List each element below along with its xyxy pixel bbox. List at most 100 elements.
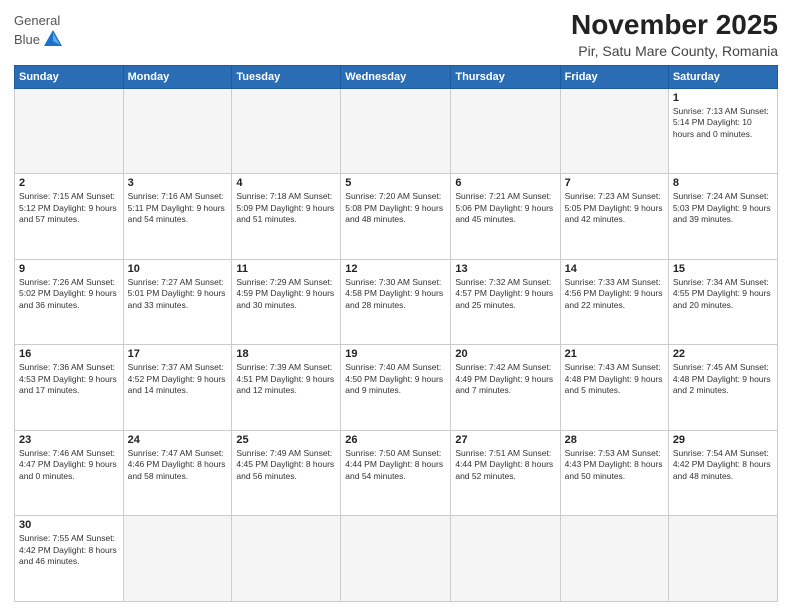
calendar-cell: 18Sunrise: 7:39 AM Sunset: 4:51 PM Dayli…: [232, 345, 341, 431]
day-number: 27: [455, 434, 555, 446]
calendar-cell: [341, 516, 451, 602]
day-info: Sunrise: 7:26 AM Sunset: 5:02 PM Dayligh…: [19, 277, 119, 311]
day-number: 2: [19, 177, 119, 189]
calendar-cell: 20 Sunrise: 7:42 AM Sunset: 4:49 PM Dayli…: [451, 345, 560, 431]
day-number: 17: [128, 348, 228, 360]
day-number: 5: [345, 177, 446, 189]
logo: General Blue: [14, 14, 64, 50]
col-tuesday: Tuesday: [232, 65, 341, 88]
calendar-cell: [560, 516, 668, 602]
day-number: 28: [565, 434, 664, 446]
col-sunday: Sunday: [15, 65, 124, 88]
calendar-cell: 4 Sunrise: 7:18 AM Sunset: 5:09 PM Daylig…: [232, 174, 341, 260]
day-info: Sunrise: 7:50 AM Sunset: 4:44 PM Dayligh…: [345, 448, 446, 482]
day-info: Sunrise: 7:40 AM Sunset: 4:50 PM Dayligh…: [345, 362, 446, 396]
calendar-title: November 2025: [571, 10, 778, 41]
day-number: 30: [19, 519, 119, 531]
logo-blue-text: Blue: [14, 32, 40, 47]
col-saturday: Saturday: [668, 65, 777, 88]
calendar-cell: [232, 516, 341, 602]
day-info: Sunrise: 7:53 AM Sunset: 4:43 PM Dayligh…: [565, 448, 664, 482]
calendar-cell: 24 Sunrise: 7:47 AM Sunset: 4:46 PM Dayli…: [123, 430, 232, 516]
day-info: Sunrise: 7:21 AM Sunset: 5:06 PM Dayligh…: [455, 191, 555, 225]
calendar-cell: 21 Sunrise: 7:43 AM Sunset: 4:48 PM Dayli…: [560, 345, 668, 431]
calendar-cell: 7Sunrise: 7:23 AM Sunset: 5:05 PM Daylig…: [560, 174, 668, 260]
day-info: Sunrise: 7:16 AM Sunset: 5:11 PM Dayligh…: [128, 191, 228, 225]
calendar-cell: 1Sunrise: 7:13 AM Sunset: 5:14 PM Daylig…: [668, 88, 777, 174]
day-number: 12: [345, 263, 446, 275]
day-info: Sunrise: 7:20 AM Sunset: 5:08 PM Dayligh…: [345, 191, 446, 225]
calendar-cell: 17 Sunrise: 7:37 AM Sunset: 4:52 PM Dayli…: [123, 345, 232, 431]
calendar-cell: 22 Sunrise: 7:45 AM Sunset: 4:48 PM Dayli…: [668, 345, 777, 431]
day-info: Sunrise: 7:36 AM Sunset: 4:53 PM Dayligh…: [19, 362, 119, 396]
day-info: Sunrise: 7:42 AM Sunset: 4:49 PM Dayligh…: [455, 362, 555, 396]
day-info: Sunrise: 7:55 AM Sunset: 4:42 PM Dayligh…: [19, 533, 119, 567]
calendar-cell: 15 Sunrise: 7:34 AM Sunset: 4:55 PM Dayli…: [668, 259, 777, 345]
header: General Blue November 2025 Pir, Satu Mar…: [14, 10, 778, 59]
calendar-cell: 19 Sunrise: 7:40 AM Sunset: 4:50 PM Dayli…: [341, 345, 451, 431]
calendar-cell: 30 Sunrise: 7:55 AM Sunset: 4:42 PM Dayli…: [15, 516, 124, 602]
col-monday: Monday: [123, 65, 232, 88]
day-number: 4: [236, 177, 336, 189]
calendar-week-5: 23 Sunrise: 7:46 AM Sunset: 4:47 PM Dayli…: [15, 430, 778, 516]
col-wednesday: Wednesday: [341, 65, 451, 88]
day-info: Sunrise: 7:49 AM Sunset: 4:45 PM Dayligh…: [236, 448, 336, 482]
calendar-cell: 23 Sunrise: 7:46 AM Sunset: 4:47 PM Dayli…: [15, 430, 124, 516]
day-number: 25: [236, 434, 336, 446]
day-number: 22: [673, 348, 773, 360]
calendar-week-6: 30 Sunrise: 7:55 AM Sunset: 4:42 PM Dayli…: [15, 516, 778, 602]
calendar-cell: 14Sunrise: 7:33 AM Sunset: 4:56 PM Dayli…: [560, 259, 668, 345]
day-info: Sunrise: 7:15 AM Sunset: 5:12 PM Dayligh…: [19, 191, 119, 225]
day-info: Sunrise: 7:32 AM Sunset: 4:57 PM Dayligh…: [455, 277, 555, 311]
day-number: 26: [345, 434, 446, 446]
day-number: 24: [128, 434, 228, 446]
day-info: Sunrise: 7:24 AM Sunset: 5:03 PM Dayligh…: [673, 191, 773, 225]
calendar-cell: [560, 88, 668, 174]
day-number: 3: [128, 177, 228, 189]
day-info: Sunrise: 7:29 AM Sunset: 4:59 PM Dayligh…: [236, 277, 336, 311]
calendar-header-row: Sunday Monday Tuesday Wednesday Thursday…: [15, 65, 778, 88]
day-number: 9: [19, 263, 119, 275]
calendar-week-2: 2 Sunrise: 7:15 AM Sunset: 5:12 PM Daylig…: [15, 174, 778, 260]
day-info: Sunrise: 7:18 AM Sunset: 5:09 PM Dayligh…: [236, 191, 336, 225]
day-number: 29: [673, 434, 773, 446]
day-number: 23: [19, 434, 119, 446]
day-number: 10: [128, 263, 228, 275]
logo-icon: [42, 28, 64, 50]
calendar-cell: 2 Sunrise: 7:15 AM Sunset: 5:12 PM Daylig…: [15, 174, 124, 260]
calendar-table: Sunday Monday Tuesday Wednesday Thursday…: [14, 65, 778, 602]
day-number: 13: [455, 263, 555, 275]
calendar-cell: 9 Sunrise: 7:26 AM Sunset: 5:02 PM Daylig…: [15, 259, 124, 345]
day-number: 14: [565, 263, 664, 275]
calendar-cell: 5 Sunrise: 7:20 AM Sunset: 5:08 PM Daylig…: [341, 174, 451, 260]
day-info: Sunrise: 7:27 AM Sunset: 5:01 PM Dayligh…: [128, 277, 228, 311]
calendar-cell: [232, 88, 341, 174]
calendar-cell: 28 Sunrise: 7:53 AM Sunset: 4:43 PM Dayli…: [560, 430, 668, 516]
calendar-cell: [123, 88, 232, 174]
calendar-week-4: 16 Sunrise: 7:36 AM Sunset: 4:53 PM Dayli…: [15, 345, 778, 431]
day-number: 21: [565, 348, 664, 360]
col-thursday: Thursday: [451, 65, 560, 88]
calendar-cell: 13 Sunrise: 7:32 AM Sunset: 4:57 PM Dayli…: [451, 259, 560, 345]
calendar-week-3: 9 Sunrise: 7:26 AM Sunset: 5:02 PM Daylig…: [15, 259, 778, 345]
day-info: Sunrise: 7:37 AM Sunset: 4:52 PM Dayligh…: [128, 362, 228, 396]
day-number: 15: [673, 263, 773, 275]
calendar-cell: [451, 88, 560, 174]
day-info: Sunrise: 7:34 AM Sunset: 4:55 PM Dayligh…: [673, 277, 773, 311]
day-number: 16: [19, 348, 119, 360]
calendar-cell: 3 Sunrise: 7:16 AM Sunset: 5:11 PM Daylig…: [123, 174, 232, 260]
day-number: 19: [345, 348, 446, 360]
calendar-cell: [123, 516, 232, 602]
calendar-cell: [668, 516, 777, 602]
day-info: Sunrise: 7:45 AM Sunset: 4:48 PM Dayligh…: [673, 362, 773, 396]
day-info: Sunrise: 7:43 AM Sunset: 4:48 PM Dayligh…: [565, 362, 664, 396]
day-info: Sunrise: 7:46 AM Sunset: 4:47 PM Dayligh…: [19, 448, 119, 482]
calendar-cell: 8Sunrise: 7:24 AM Sunset: 5:03 PM Daylig…: [668, 174, 777, 260]
day-info: Sunrise: 7:51 AM Sunset: 4:44 PM Dayligh…: [455, 448, 555, 482]
calendar-cell: [15, 88, 124, 174]
day-info: Sunrise: 7:30 AM Sunset: 4:58 PM Dayligh…: [345, 277, 446, 311]
day-number: 20: [455, 348, 555, 360]
title-block: November 2025 Pir, Satu Mare County, Rom…: [571, 10, 778, 59]
day-info: Sunrise: 7:47 AM Sunset: 4:46 PM Dayligh…: [128, 448, 228, 482]
day-info: Sunrise: 7:54 AM Sunset: 4:42 PM Dayligh…: [673, 448, 773, 482]
